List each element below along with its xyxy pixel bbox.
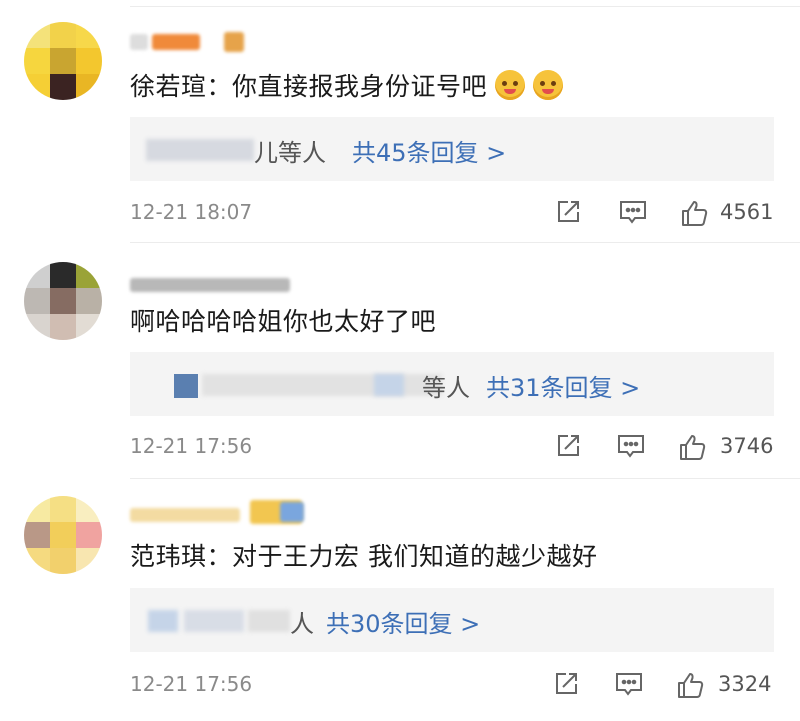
like-icon[interactable]	[680, 198, 710, 232]
avatar[interactable]	[24, 22, 102, 100]
avatar[interactable]	[24, 262, 102, 340]
view-replies-link[interactable]: 共30条回复 >	[326, 604, 480, 639]
timestamp: 12-21 17:56	[130, 434, 253, 458]
comment-meta: 12-21 17:56 3324	[130, 670, 780, 700]
comment-text: 范玮琪：对于王力宏 我们知道的越少越好	[130, 542, 598, 571]
comment-text: 徐若瑄：你直接报我身份证号吧	[130, 70, 564, 104]
comment-icon[interactable]	[618, 198, 648, 230]
username[interactable]	[130, 500, 310, 526]
comment-item: 范玮琪：对于王力宏 我们知道的越少越好 人 共30条回复 > 12-21 17:…	[0, 478, 800, 721]
username[interactable]	[130, 270, 300, 296]
share-icon[interactable]	[554, 198, 582, 230]
like-icon[interactable]	[678, 432, 708, 466]
blurred-reply-names	[248, 610, 290, 632]
comment-icon[interactable]	[614, 670, 644, 702]
blurred-reply-names	[202, 374, 442, 396]
like-icon[interactable]	[676, 670, 706, 704]
share-icon[interactable]	[554, 432, 582, 464]
smiling-face-with-hearts-emoji	[495, 70, 526, 100]
blurred-reply-names	[184, 610, 244, 632]
share-icon[interactable]	[552, 670, 580, 702]
view-replies-link[interactable]: 共45条回复 >	[352, 133, 506, 168]
comment-meta: 12-21 18:07 4561	[130, 198, 780, 228]
smiling-face-with-hearts-emoji	[533, 70, 564, 100]
blurred-reply-names	[174, 374, 198, 398]
like-count: 4561	[720, 200, 774, 224]
view-replies-link[interactable]: 共31条回复 >	[486, 368, 640, 403]
avatar[interactable]	[24, 496, 102, 574]
blurred-reply-names	[374, 374, 404, 396]
reply-names: 儿等人	[254, 139, 326, 167]
replies-preview[interactable]: 儿等人 共45条回复 >	[130, 117, 774, 181]
blurred-reply-names	[146, 139, 254, 161]
reply-names: 等人	[422, 374, 470, 402]
reply-names: 人	[290, 610, 314, 638]
comment-icon[interactable]	[616, 432, 646, 464]
blurred-reply-names	[148, 610, 178, 632]
timestamp: 12-21 18:07	[130, 200, 253, 224]
comment-item: 徐若瑄：你直接报我身份证号吧 儿等人 共45条回复 > 12-21 18:07 …	[0, 0, 800, 240]
replies-preview[interactable]: 等人 共31条回复 >	[130, 352, 774, 416]
username[interactable]	[130, 28, 250, 54]
timestamp: 12-21 17:56	[130, 672, 253, 696]
comment-item: 啊哈哈哈哈姐你也太好了吧 等人 共31条回复 > 12-21 17:56 374…	[0, 242, 800, 478]
like-count: 3324	[718, 672, 772, 696]
comment-meta: 12-21 17:56 3746	[130, 432, 780, 462]
comment-text: 啊哈哈哈哈姐你也太好了吧	[130, 307, 437, 336]
like-count: 3746	[720, 434, 774, 458]
replies-preview[interactable]: 人 共30条回复 >	[130, 588, 774, 652]
